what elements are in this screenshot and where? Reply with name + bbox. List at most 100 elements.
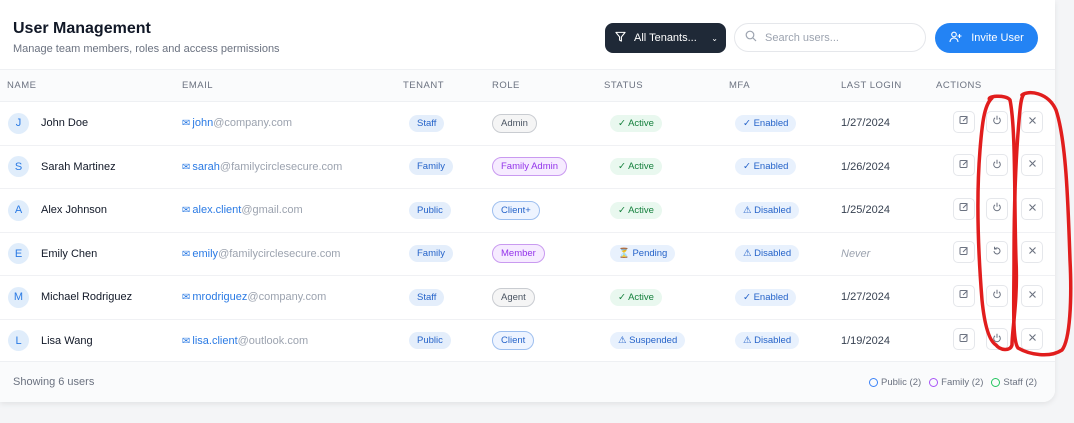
legend-label: Family (2) — [941, 377, 984, 388]
cell-last-login: Never — [841, 232, 936, 276]
column-header-role[interactable]: ROLE — [492, 69, 604, 102]
mail-icon: ✉ — [182, 292, 191, 304]
column-header-email[interactable]: EMAIL — [182, 69, 403, 102]
table-row[interactable]: J John Doe ✉ john@company.com Staff Admin… — [0, 101, 1055, 146]
email-local: sarah — [192, 160, 220, 173]
edit-icon — [959, 333, 969, 346]
user-name: Lisa Wang — [41, 334, 93, 347]
column-header-last-login[interactable]: LAST LOGIN — [841, 69, 936, 102]
user-name: Michael Rodriguez — [41, 291, 133, 304]
user-management-card: User Management Manage team members, rol… — [0, 0, 1055, 402]
mfa-badge: ⚠ Disabled — [735, 332, 800, 350]
column-header-status[interactable]: STATUS — [604, 69, 729, 102]
user-email[interactable]: ✉ alex.client@gmail.com — [182, 204, 303, 216]
tenant-badge: Staff — [409, 288, 445, 306]
delete-user-button[interactable] — [1021, 328, 1043, 351]
power-icon — [992, 115, 1002, 128]
role-badge: Client+ — [492, 200, 540, 220]
cell-email: ✉ emily@familycirclesecure.com — [182, 232, 403, 276]
delete-user-button[interactable] — [1021, 110, 1043, 133]
avatar: J — [8, 112, 29, 134]
cell-role: Family Admin — [492, 145, 604, 189]
cell-tenant: Staff — [403, 101, 492, 146]
edit-icon — [959, 289, 969, 302]
cell-name: E Emily Chen — [0, 232, 182, 276]
power-icon — [992, 159, 1002, 172]
edit-user-button[interactable] — [953, 328, 975, 351]
email-domain: @company.com — [213, 117, 293, 130]
edit-user-button[interactable] — [953, 154, 975, 177]
last-login: 1/26/2024 — [841, 160, 890, 173]
cell-email: ✉ mrodriguez@company.com — [182, 275, 403, 320]
close-icon — [1028, 290, 1037, 302]
status-badge: ✓ Active — [610, 114, 662, 132]
role-badge: Admin — [492, 113, 537, 133]
user-email[interactable]: ✉ lisa.client@outlook.com — [182, 335, 308, 347]
edit-user-button[interactable] — [953, 241, 975, 264]
table-row[interactable]: A Alex Johnson ✉ alex.client@gmail.com Pu… — [0, 188, 1055, 233]
cell-name: L Lisa Wang — [0, 319, 182, 363]
search-box[interactable] — [734, 23, 926, 52]
name-wrap: S Sarah Martinez — [7, 156, 182, 178]
user-email[interactable]: ✉ emily@familycirclesecure.com — [182, 248, 340, 260]
column-header-mfa[interactable]: MFA — [729, 69, 841, 102]
tenant-badge: Family — [409, 158, 453, 176]
delete-user-button[interactable] — [1021, 284, 1043, 307]
edit-icon — [959, 246, 969, 259]
edit-user-button[interactable] — [953, 197, 975, 220]
search-input[interactable] — [765, 31, 915, 44]
toggle-user-status-button[interactable] — [986, 328, 1008, 351]
delete-user-button[interactable] — [1021, 154, 1043, 177]
mfa-badge: ✓ Enabled — [735, 114, 797, 132]
users-table-body: J John Doe ✉ john@company.com Staff Admin… — [0, 101, 1055, 363]
search-icon — [745, 29, 757, 47]
table-row[interactable]: S Sarah Martinez ✉ sarah@familycirclesecu… — [0, 145, 1055, 189]
column-header-tenant[interactable]: TENANT — [403, 69, 492, 102]
table-header-row: NAME EMAIL TENANT ROLE STATUS MFA LAST L… — [0, 69, 1055, 102]
edit-user-button[interactable] — [953, 284, 975, 307]
table-row[interactable]: L Lisa Wang ✉ lisa.client@outlook.com Pub… — [0, 319, 1055, 363]
email-domain: @familycirclesecure.com — [218, 247, 341, 260]
mfa-badge: ✓ Enabled — [735, 288, 797, 306]
invite-user-button[interactable]: Invite User — [935, 23, 1038, 53]
resend-invite-button[interactable] — [986, 241, 1008, 264]
filter-icon — [615, 31, 626, 45]
table-row[interactable]: E Emily Chen ✉ emily@familycirclesecure.c… — [0, 232, 1055, 276]
tenant-filter-button[interactable]: All Tenants... ⌄ — [605, 23, 726, 53]
edit-icon — [959, 202, 969, 215]
cell-status: ✓ Active — [604, 275, 729, 320]
cell-tenant: Public — [403, 188, 492, 233]
avatar: S — [8, 156, 29, 178]
cell-email: ✉ john@company.com — [182, 101, 403, 146]
mail-icon: ✉ — [182, 335, 191, 347]
avatar: M — [8, 286, 29, 308]
user-name: John Doe — [41, 117, 89, 130]
edit-icon — [959, 159, 969, 172]
delete-user-button[interactable] — [1021, 241, 1043, 264]
status-badge: ✓ Active — [610, 201, 662, 219]
toggle-user-status-button[interactable] — [986, 197, 1008, 220]
cell-role: Member — [492, 232, 604, 276]
column-header-name[interactable]: NAME — [0, 69, 182, 102]
close-icon — [1028, 203, 1037, 215]
cell-last-login: 1/25/2024 — [841, 188, 936, 233]
toggle-user-status-button[interactable] — [986, 284, 1008, 307]
user-email[interactable]: ✉ john@company.com — [182, 117, 292, 129]
power-icon — [992, 289, 1002, 302]
cell-status: ⚠ Suspended — [604, 319, 729, 363]
toggle-user-status-button[interactable] — [986, 154, 1008, 177]
table-row[interactable]: M Michael Rodriguez ✉ mrodriguez@company.… — [0, 275, 1055, 320]
user-email[interactable]: ✉ mrodriguez@company.com — [182, 291, 326, 303]
last-login: 1/19/2024 — [841, 334, 890, 347]
toggle-user-status-button[interactable] — [986, 110, 1008, 133]
close-icon — [1028, 116, 1037, 128]
cell-mfa: ✓ Enabled — [729, 275, 841, 320]
user-name: Sarah Martinez — [41, 160, 116, 173]
cell-role: Admin — [492, 101, 604, 146]
delete-user-button[interactable] — [1021, 197, 1043, 220]
user-email[interactable]: ✉ sarah@familycirclesecure.com — [182, 161, 342, 173]
name-wrap: J John Doe — [7, 112, 182, 134]
tenant-badge: Public — [409, 332, 451, 350]
name-wrap: A Alex Johnson — [7, 199, 182, 221]
edit-user-button[interactable] — [953, 110, 975, 133]
